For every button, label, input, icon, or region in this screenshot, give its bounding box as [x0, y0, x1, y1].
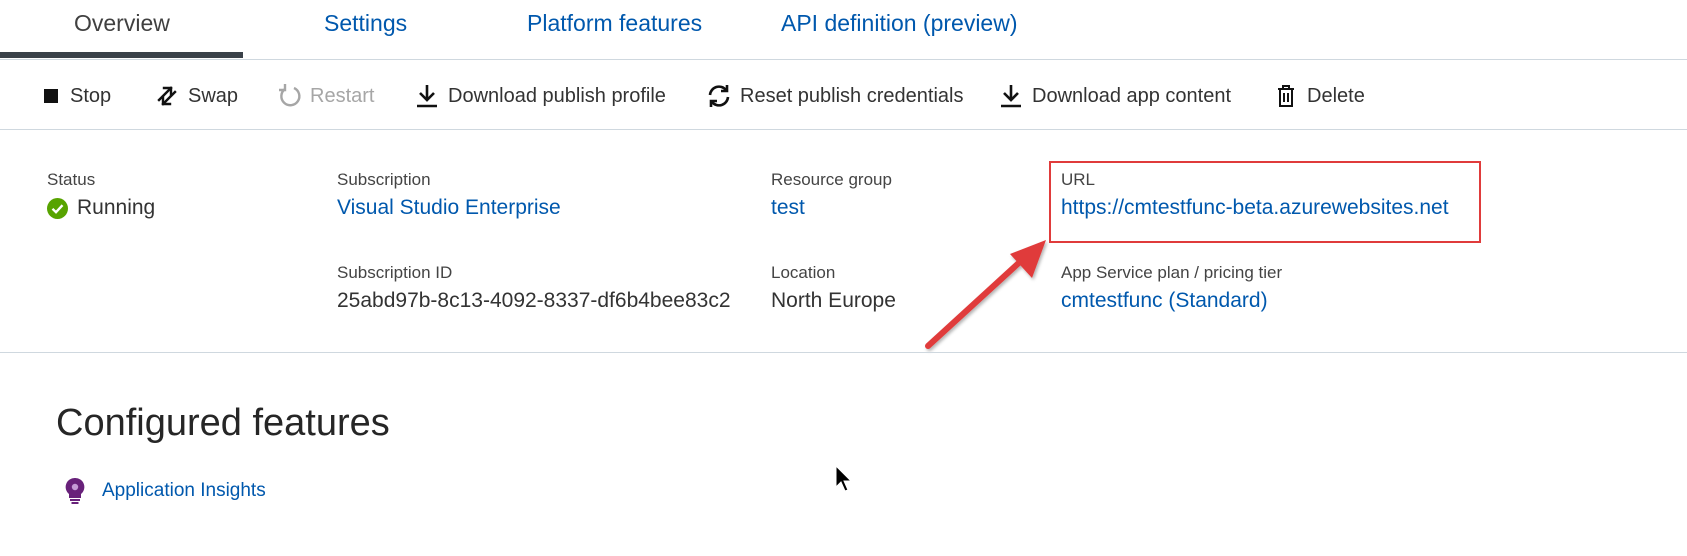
- swap-button[interactable]: Swap: [154, 80, 238, 112]
- url-highlight-box: [1049, 161, 1481, 243]
- trash-icon: [1273, 83, 1299, 109]
- subscription-id-label: Subscription ID: [337, 263, 453, 282]
- check-circle-icon: [47, 197, 68, 219]
- download-icon: [414, 83, 440, 109]
- swap-label: Swap: [188, 84, 239, 107]
- delete-label: Delete: [1307, 84, 1365, 107]
- annotation-arrow-icon: [925, 240, 1046, 349]
- stop-label: Stop: [70, 84, 112, 107]
- tab-overview[interactable]: Overview: [74, 10, 170, 37]
- status-label: Status: [47, 170, 96, 189]
- resource-group-label: Resource group: [771, 170, 892, 189]
- essentials-divider: [0, 352, 1687, 353]
- tab-api-definition[interactable]: API definition (preview): [781, 10, 1018, 37]
- tab-settings[interactable]: Settings: [324, 10, 407, 37]
- stop-icon: [40, 83, 62, 109]
- restart-icon: [276, 83, 302, 109]
- delete-button[interactable]: Delete: [1273, 80, 1365, 112]
- download-app-content-label: Download app content: [1032, 84, 1232, 107]
- status-value-row: Running: [47, 196, 155, 220]
- location-label: Location: [771, 263, 836, 282]
- stop-button[interactable]: Stop: [40, 80, 111, 112]
- toolbar-divider: [0, 129, 1687, 130]
- download-publish-profile-button[interactable]: Download publish profile: [414, 80, 666, 112]
- download-publish-profile-label: Download publish profile: [448, 84, 666, 107]
- tab-platform-features[interactable]: Platform features: [527, 10, 702, 37]
- tabs-divider: [0, 59, 1687, 60]
- download-icon: [998, 83, 1024, 109]
- status-value: Running: [77, 196, 156, 219]
- refresh-icon: [706, 83, 732, 109]
- download-app-content-button[interactable]: Download app content: [998, 80, 1231, 112]
- location-value: North Europe: [771, 289, 896, 312]
- subscription-label: Subscription: [337, 170, 431, 189]
- reset-publish-credentials-label: Reset publish credentials: [740, 84, 964, 107]
- configured-features-heading: Configured features: [56, 402, 390, 444]
- restart-button[interactable]: Restart: [276, 80, 374, 112]
- swap-icon: [154, 83, 180, 109]
- subscription-id-value: 25abd97b-8c13-4092-8337-df6b4bee83c2: [337, 289, 731, 312]
- restart-label: Restart: [310, 84, 375, 107]
- mouse-cursor-icon: [835, 465, 853, 492]
- active-tab-indicator: [0, 52, 243, 58]
- app-service-plan-label: App Service plan / pricing tier: [1061, 263, 1283, 282]
- feature-item-application-insights[interactable]: Application Insights: [64, 477, 266, 505]
- application-insights-link: Application Insights: [102, 480, 266, 501]
- reset-publish-credentials-button[interactable]: Reset publish credentials: [706, 80, 963, 112]
- resource-group-link[interactable]: test: [771, 196, 805, 220]
- app-service-plan-link[interactable]: cmtestfunc (Standard): [1061, 289, 1268, 313]
- subscription-link[interactable]: Visual Studio Enterprise: [337, 196, 561, 220]
- lightbulb-icon: [64, 477, 86, 505]
